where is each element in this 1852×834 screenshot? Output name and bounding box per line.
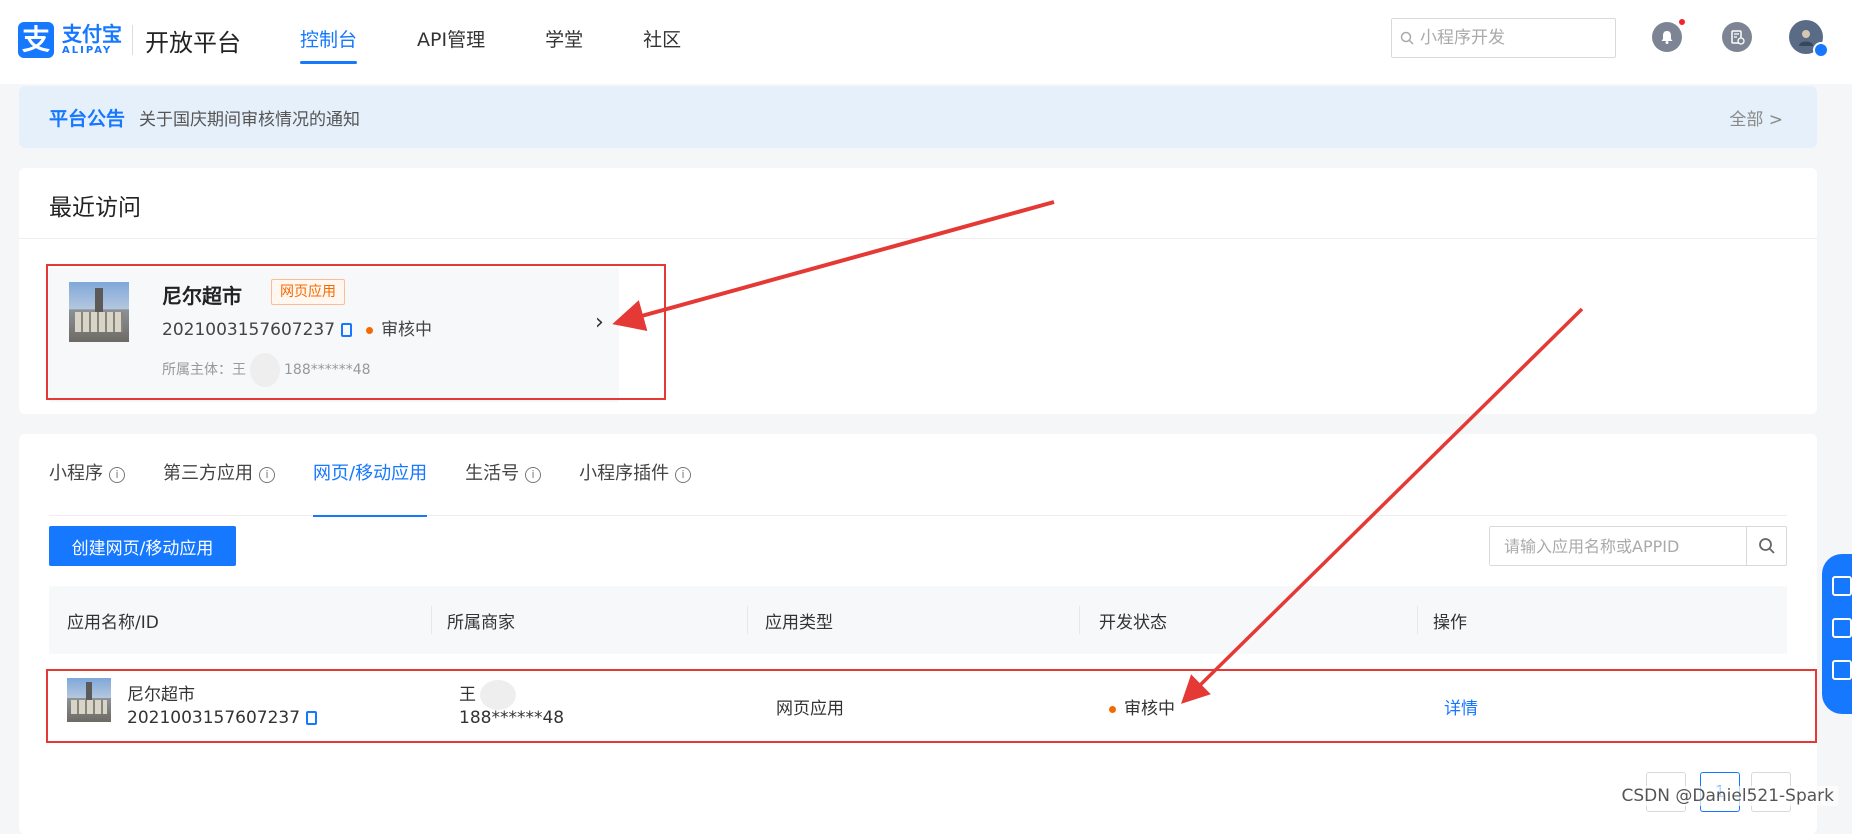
chat-icon[interactable] xyxy=(1832,618,1852,638)
annotation-arrows xyxy=(612,200,1584,704)
annotation-arrow-2 xyxy=(1181,307,1584,704)
mail-icon[interactable] xyxy=(1832,660,1852,680)
watermark: CSDN @Daniel521-Spark xyxy=(1617,786,1838,806)
help-icon[interactable] xyxy=(1832,576,1852,596)
annotation-arrow-1 xyxy=(612,200,1055,332)
floating-help-bar xyxy=(1822,554,1852,714)
